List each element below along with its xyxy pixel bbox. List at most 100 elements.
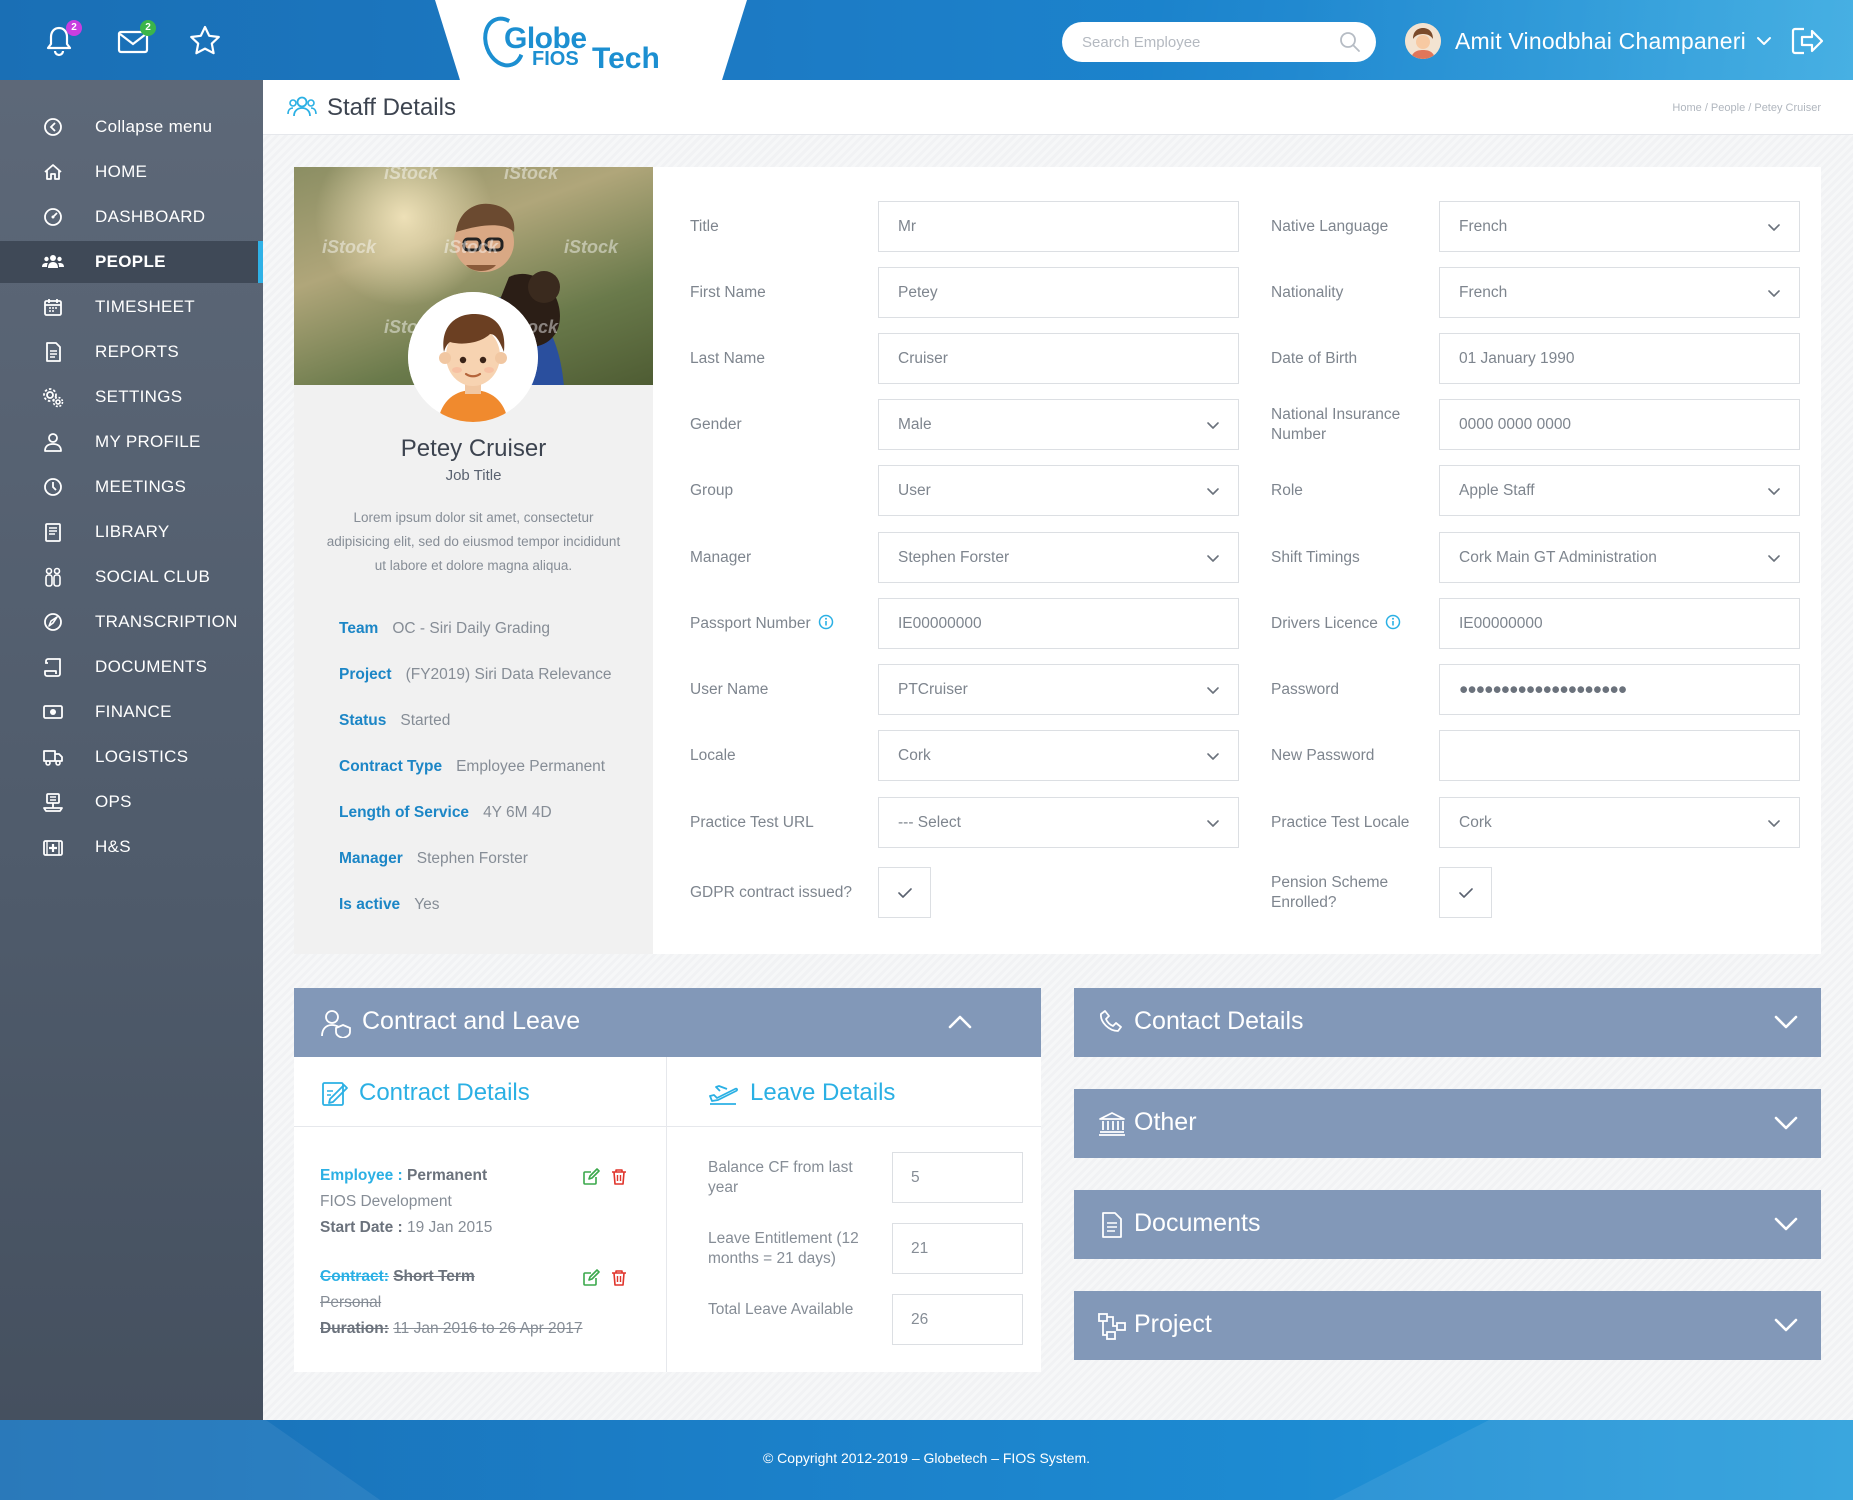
accordion-contact-details[interactable]: Contact Details xyxy=(1074,988,1821,1057)
national-insurance-number-field[interactable]: 0000 0000 0000 xyxy=(1439,399,1800,450)
sidebar-item-dashboard[interactable]: DASHBOARD xyxy=(0,196,263,238)
info-icon[interactable] xyxy=(818,614,834,630)
sidebar-item-label: TIMESHEET xyxy=(95,297,195,316)
sidebar-item-label: PEOPLE xyxy=(95,252,166,271)
label-user-name: User Name xyxy=(690,680,860,700)
last-name-field[interactable]: Cruiser xyxy=(878,333,1239,384)
chevron-down-icon[interactable] xyxy=(1773,1315,1799,1335)
globe-fios-tech-logo[interactable]: Globe FIOS Tech xyxy=(476,10,700,75)
leave-input[interactable]: 26 xyxy=(892,1294,1023,1345)
notifications-button[interactable]: 2 xyxy=(42,20,82,58)
clock-icon xyxy=(44,478,62,496)
chevron-down-icon[interactable] xyxy=(1773,1113,1799,1133)
sidebar-item-documents[interactable]: DOCUMENTS xyxy=(0,646,263,688)
breadcrumb[interactable]: Home / People / Petey Cruiser xyxy=(1672,102,1821,114)
accordion-project[interactable]: Project xyxy=(1074,1291,1821,1360)
field-value: Apple Staff xyxy=(1459,482,1535,499)
sidebar-item-label: DASHBOARD xyxy=(95,207,206,226)
chevron-down-icon[interactable] xyxy=(1773,1012,1799,1032)
people-icon xyxy=(287,96,317,117)
label-national-insurance-number: National Insurance Number xyxy=(1271,405,1421,445)
manager-select[interactable]: Stephen Forster xyxy=(878,532,1239,583)
gender-select[interactable]: Male xyxy=(878,399,1239,450)
nationality-select[interactable]: French xyxy=(1439,267,1800,318)
native-language-select[interactable]: French xyxy=(1439,201,1800,252)
chevron-down-icon xyxy=(1768,555,1780,562)
sidebar-item-label: Collapse menu xyxy=(95,117,213,136)
label-text: Pension Scheme Enrolled? xyxy=(1271,874,1389,911)
group-select[interactable]: User xyxy=(878,465,1239,516)
info-icon[interactable] xyxy=(1385,614,1401,630)
date-of-birth-field[interactable]: 01 January 1990 xyxy=(1439,333,1800,384)
practice-test-locale-select[interactable]: Cork xyxy=(1439,797,1800,848)
profile-detail-key: Length of Service xyxy=(339,804,470,821)
sidebar-item-library[interactable]: LIBRARY xyxy=(0,511,263,553)
practice-test-url-select[interactable]: --- Select xyxy=(878,797,1239,848)
sidebar-item-home[interactable]: HOME xyxy=(0,151,263,193)
contract-leave-title: Contract and Leave xyxy=(362,1007,581,1035)
sidebar-item-finance[interactable]: FINANCE xyxy=(0,691,263,733)
chevron-down-icon xyxy=(1207,753,1219,760)
sidebar-item-people[interactable]: PEOPLE xyxy=(0,241,263,283)
first-name-field[interactable]: Petey xyxy=(878,267,1239,318)
chevron-up-icon[interactable] xyxy=(947,1012,973,1032)
title-field[interactable]: Mr xyxy=(878,201,1239,252)
password-field[interactable]: ●●●●●●●●●●●●●●●●●●●● xyxy=(1439,664,1800,715)
favorites-button[interactable] xyxy=(188,24,222,58)
sidebar-item-reports[interactable]: REPORTS xyxy=(0,331,263,373)
leave-value: 5 xyxy=(911,1169,920,1186)
sidebar-item-my-profile[interactable]: MY PROFILE xyxy=(0,421,263,463)
user-name-select[interactable]: PTCruiser xyxy=(878,664,1239,715)
chevron-down-icon xyxy=(1207,555,1219,562)
delete-icon[interactable] xyxy=(610,1269,628,1287)
sidebar-item-transcription[interactable]: TRANSCRIPTION xyxy=(0,601,263,643)
edit-icon[interactable] xyxy=(582,1168,600,1186)
field-value: User xyxy=(898,482,931,499)
messages-button[interactable]: 2 xyxy=(116,20,156,58)
new-password-field[interactable] xyxy=(1439,730,1800,781)
gdpr-contract-issued-checkbox[interactable] xyxy=(878,867,931,918)
role-select[interactable]: Apple Staff xyxy=(1439,465,1800,516)
contract-type-value: Permanent xyxy=(407,1167,488,1184)
chevron-down-icon[interactable] xyxy=(1773,1214,1799,1234)
search-input[interactable] xyxy=(1082,30,1312,54)
sidebar-item-h-s[interactable]: H&S xyxy=(0,826,263,868)
sidebar-item-collapse-menu[interactable]: Collapse menu xyxy=(0,106,263,148)
drivers-licence-field[interactable]: IE00000000 xyxy=(1439,598,1800,649)
sidebar-item-meetings[interactable]: MEETINGS xyxy=(0,466,263,508)
edit-icon[interactable] xyxy=(582,1269,600,1287)
profile-detail-row: Team OC - Siri Daily Grading xyxy=(339,620,550,638)
page-header: Staff Details Home / People / Petey Crui… xyxy=(263,80,1853,135)
sidebar-item-ops[interactable]: OPS xyxy=(0,781,263,823)
accordion-other[interactable]: Other xyxy=(1074,1089,1821,1158)
sidebar-item-timesheet[interactable]: TIMESHEET xyxy=(0,286,263,328)
contract-leave-header[interactable]: Contract and Leave xyxy=(294,988,1041,1057)
label-text: Group xyxy=(690,482,734,499)
leave-input[interactable]: 5 xyxy=(892,1152,1023,1203)
leave-details-tab[interactable]: Leave Details xyxy=(667,1057,1041,1127)
profile-avatar[interactable] xyxy=(408,292,538,422)
sidebar-item-settings[interactable]: SETTINGS xyxy=(0,376,263,418)
pension-scheme-enrolled-checkbox[interactable] xyxy=(1439,867,1492,918)
chevron-down-icon[interactable] xyxy=(1754,31,1774,51)
contract-details-tab[interactable]: Contract Details xyxy=(294,1057,666,1127)
scroll-icon xyxy=(44,658,61,677)
home-icon xyxy=(44,164,62,180)
shift-timings-select[interactable]: Cork Main GT Administration xyxy=(1439,532,1800,583)
profile-detail-row: Manager Stephen Forster xyxy=(339,850,528,868)
field-value: Mr xyxy=(898,218,917,235)
chevron-down-icon xyxy=(1207,488,1219,495)
label-practice-test-locale: Practice Test Locale xyxy=(1271,813,1421,833)
search-icon[interactable] xyxy=(1338,30,1362,54)
accordion-documents[interactable]: Documents xyxy=(1074,1190,1821,1259)
passport-number-field[interactable]: IE00000000 xyxy=(878,598,1239,649)
logout-icon[interactable] xyxy=(1790,26,1824,56)
leave-input[interactable]: 21 xyxy=(892,1223,1023,1274)
delete-icon[interactable] xyxy=(610,1168,628,1186)
contract-company: Personal xyxy=(320,1294,382,1311)
user-menu[interactable]: Amit Vinodbhai Champaneri xyxy=(1405,20,1774,62)
sidebar-item-logistics[interactable]: LOGISTICS xyxy=(0,736,263,778)
sidebar-item-social-club[interactable]: SOCIAL CLUB xyxy=(0,556,263,598)
locale-select[interactable]: Cork xyxy=(878,730,1239,781)
profile-detail-key: Project xyxy=(339,666,392,683)
